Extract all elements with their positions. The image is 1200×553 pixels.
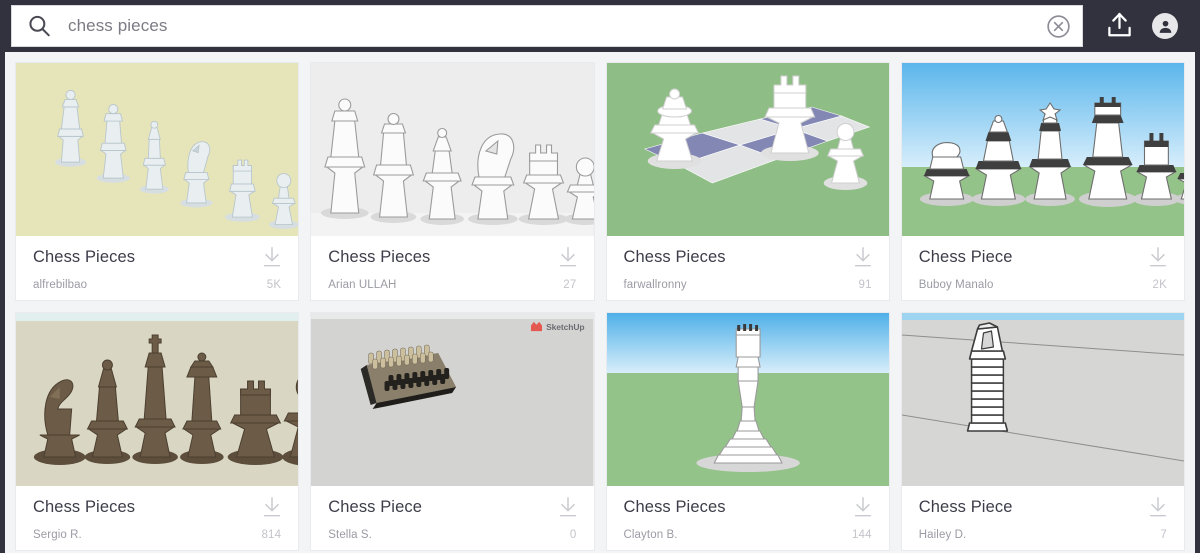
upload-icon — [1106, 11, 1133, 41]
download-count: 144 — [851, 529, 872, 542]
top-bar-actions — [1083, 4, 1187, 48]
card-body: Chess Piece Buboy Manalo 2K — [902, 236, 1184, 300]
model-thumbnail[interactable] — [901, 63, 1184, 236]
download-count: 27 — [563, 279, 577, 292]
download-icon[interactable] — [1147, 496, 1169, 520]
card-body: Chess Piece Hailey D. 7 — [902, 486, 1184, 550]
search-bar[interactable] — [11, 5, 1083, 47]
result-card[interactable]: Chess Piece Hailey D. 7 — [900, 312, 1185, 552]
card-meta: Hailey D. 7 — [919, 529, 1167, 541]
download-icon[interactable] — [852, 246, 874, 270]
result-card[interactable]: Chess Pieces farwallronny 91 — [605, 62, 890, 302]
download-count: 5K — [266, 279, 282, 292]
download-icon[interactable] — [852, 496, 874, 520]
sketchup-watermark: SketchUp — [530, 321, 585, 333]
search-icon — [26, 13, 52, 39]
card-meta: Clayton B. 144 — [624, 529, 872, 541]
model-thumbnail[interactable]: SketchUp — [311, 313, 594, 487]
card-meta: alfrebilbao 5K — [33, 279, 281, 291]
card-meta: farwallronny 91 — [624, 279, 872, 291]
model-author: farwallronny — [623, 279, 687, 292]
model-author: alfrebilbao — [33, 279, 88, 292]
card-body: Chess Pieces Arian ULLAH 27 — [311, 236, 593, 300]
model-title: Chess Piece — [918, 248, 1013, 266]
model-thumbnail[interactable] — [311, 63, 594, 236]
upload-button[interactable] — [1097, 4, 1141, 48]
search-input[interactable] — [52, 16, 1045, 36]
model-title: Chess Pieces — [33, 498, 136, 517]
watermark-label: SketchUp — [546, 322, 585, 333]
model-title: Chess Piece — [328, 498, 422, 517]
download-icon[interactable] — [557, 496, 579, 520]
download-count: 814 — [261, 529, 282, 542]
download-count: 0 — [569, 529, 577, 542]
download-icon[interactable] — [261, 496, 283, 520]
download-icon[interactable] — [261, 246, 283, 270]
card-body: Chess Pieces Clayton B. 144 — [607, 486, 889, 550]
result-card[interactable]: Chess Pieces Arian ULLAH 27 — [310, 62, 595, 302]
model-author: Hailey D. — [918, 529, 967, 542]
card-meta: Sergio R. 814 — [33, 529, 281, 541]
result-card[interactable]: Chess Pieces alfrebilbao 5K — [15, 62, 300, 302]
app-window: Chess Pieces alfrebilbao 5K — [0, 0, 1200, 553]
result-card[interactable]: Chess Pieces Sergio R. 814 — [15, 312, 300, 552]
download-icon[interactable] — [557, 246, 579, 270]
card-meta: Arian ULLAH 27 — [328, 279, 576, 291]
model-thumbnail[interactable] — [16, 313, 299, 487]
model-author: Stella S. — [328, 529, 372, 542]
model-thumbnail[interactable] — [606, 313, 889, 487]
result-card[interactable]: SketchUp Chess Piece Stella S. 0 — [310, 312, 595, 552]
result-card[interactable]: Chess Pieces Clayton B. 144 — [605, 312, 890, 552]
card-body: Chess Pieces farwallronny 91 — [607, 236, 889, 300]
model-title: Chess Piece — [918, 498, 1013, 517]
download-count: 91 — [858, 279, 872, 292]
download-count: 2K — [1152, 279, 1167, 292]
model-thumbnail[interactable] — [606, 63, 889, 236]
user-avatar-icon — [1152, 13, 1178, 39]
account-button[interactable] — [1143, 4, 1187, 48]
card-body: Chess Pieces alfrebilbao 5K — [16, 236, 298, 300]
model-thumbnail[interactable] — [16, 63, 299, 236]
top-bar — [5, 0, 1195, 52]
model-author: Buboy Manalo — [918, 279, 994, 292]
search-results-grid: Chess Pieces alfrebilbao 5K Chess Pieces… — [5, 52, 1195, 552]
model-author: Arian ULLAH — [328, 279, 397, 292]
clear-search-icon[interactable] — [1045, 13, 1072, 40]
result-card[interactable]: Chess Piece Buboy Manalo 2K — [900, 62, 1185, 302]
model-title: Chess Pieces — [33, 248, 136, 266]
model-title: Chess Pieces — [623, 248, 726, 266]
download-icon[interactable] — [1147, 246, 1169, 270]
card-meta: Buboy Manalo 2K — [919, 279, 1167, 291]
sketchup-logo-icon — [530, 321, 543, 333]
card-body: Chess Piece Stella S. 0 — [311, 486, 593, 550]
card-body: Chess Pieces Sergio R. 814 — [16, 486, 298, 550]
model-author: Clayton B. — [623, 529, 678, 542]
model-thumbnail[interactable] — [901, 313, 1184, 487]
model-title: Chess Pieces — [328, 248, 431, 266]
model-title: Chess Pieces — [623, 498, 726, 517]
card-meta: Stella S. 0 — [328, 529, 576, 541]
download-count: 7 — [1160, 529, 1167, 542]
model-author: Sergio R. — [33, 529, 82, 542]
